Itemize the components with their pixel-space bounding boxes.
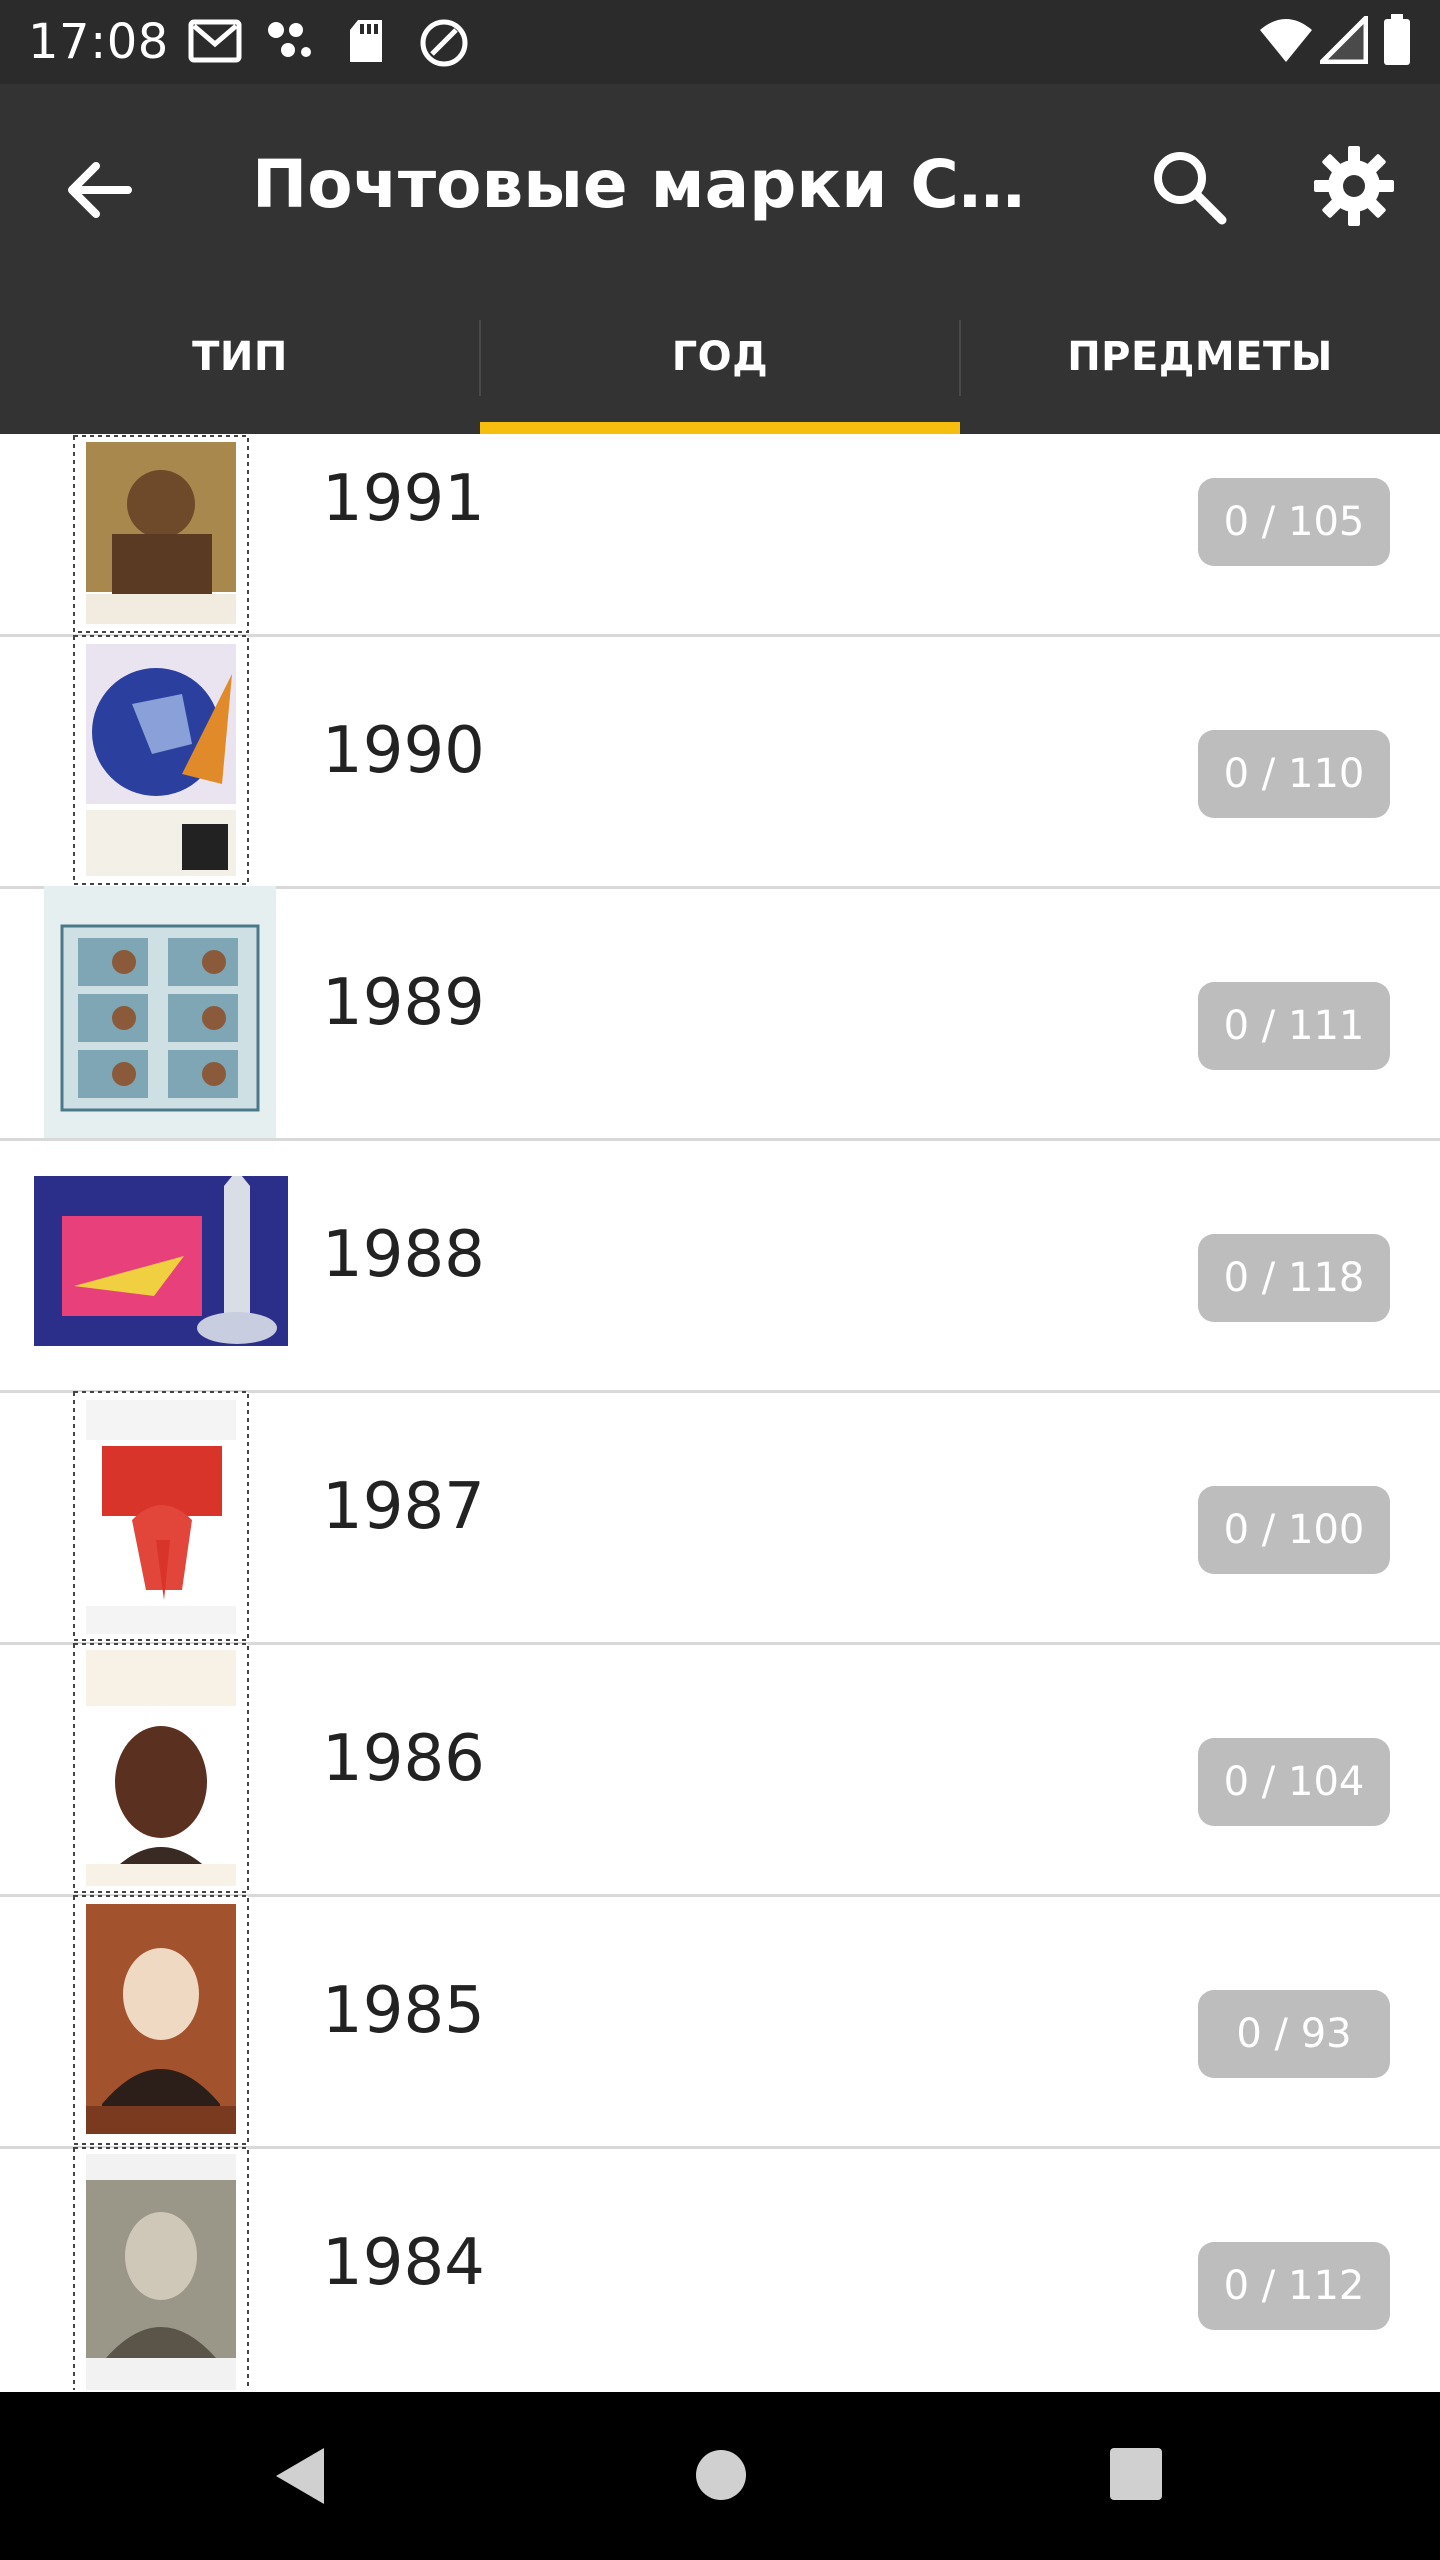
- page-title: Почтовые марки ССС…: [252, 146, 1052, 223]
- stamp-globe-icon: [73, 635, 249, 885]
- count-badge: 0 / 105: [1198, 478, 1390, 566]
- count-badge: 0 / 104: [1198, 1738, 1390, 1826]
- year-label: 1985: [322, 1974, 485, 2048]
- count-badge: 0 / 111: [1198, 982, 1390, 1070]
- battery-icon: [1384, 14, 1410, 65]
- year-label: 1987: [322, 1470, 485, 1544]
- nav-home-icon[interactable]: [694, 2448, 748, 2502]
- list-item[interactable]: 1988 0 / 118: [0, 1138, 1440, 1393]
- system-nav-bar: [0, 2392, 1440, 2560]
- stamp-portrait-icon: [73, 435, 249, 633]
- stamp-sheet-icon: [44, 886, 276, 1138]
- tab-type[interactable]: ТИП: [0, 280, 480, 434]
- year-label: 1988: [322, 1218, 485, 1292]
- at-sign-icon: [420, 19, 468, 67]
- list-item[interactable]: 1991 0 / 105: [0, 434, 1440, 637]
- list-item[interactable]: 1990 0 / 110: [0, 634, 1440, 889]
- year-label: 1984: [322, 2226, 485, 2300]
- year-label: 1986: [322, 1722, 485, 1796]
- list-item[interactable]: 1984 0 / 112: [0, 2146, 1440, 2390]
- signal-icon: [1320, 16, 1368, 64]
- count-badge: 0 / 93: [1198, 1990, 1390, 2078]
- gear-icon[interactable]: [1312, 144, 1396, 228]
- status-bar: 17:08: [0, 0, 1440, 84]
- count-badge: 0 / 110: [1198, 730, 1390, 818]
- count-badge: 0 / 112: [1198, 2242, 1390, 2330]
- tab-selected-indicator: [480, 422, 960, 434]
- sd-card-icon: [350, 20, 382, 62]
- list-item[interactable]: 1986 0 / 104: [0, 1642, 1440, 1897]
- wifi-icon: [1260, 19, 1312, 62]
- year-label: 1991: [322, 462, 485, 536]
- count-badge: 0 / 118: [1198, 1234, 1390, 1322]
- app-toolbar: Почтовые марки ССС…: [0, 84, 1440, 280]
- list-item[interactable]: 1987 0 / 100: [0, 1390, 1440, 1645]
- stamp-portrait-icon: [73, 2147, 249, 2390]
- year-label: 1989: [322, 966, 485, 1040]
- stamp-portrait-icon: [73, 1895, 249, 2145]
- year-list: 1991 0 / 105 1990 0 / 110 1989 0 / 111 1…: [0, 434, 1440, 2390]
- tab-subjects[interactable]: ПРЕДМЕТЫ: [960, 280, 1440, 434]
- nav-recents-icon[interactable]: [1110, 2448, 1162, 2500]
- list-item[interactable]: 1989 0 / 111: [0, 886, 1440, 1141]
- stamp-torch-icon: [73, 1391, 249, 1641]
- tab-year[interactable]: ГОД: [480, 280, 960, 434]
- dots-icon: [268, 22, 311, 57]
- status-time: 17:08: [28, 14, 169, 70]
- tab-bar: ТИП ГОД ПРЕДМЕТЫ: [0, 280, 1440, 434]
- stamp-space-shuttle-icon: [34, 1176, 288, 1346]
- year-label: 1990: [322, 714, 485, 788]
- search-icon[interactable]: [1146, 144, 1230, 228]
- gmail-icon: [188, 19, 242, 63]
- nav-back-icon[interactable]: [272, 2444, 328, 2508]
- stamp-portrait-icon: [73, 1643, 249, 1893]
- count-badge: 0 / 100: [1198, 1486, 1390, 1574]
- list-item[interactable]: 1985 0 / 93: [0, 1894, 1440, 2149]
- arrow-left-icon[interactable]: [58, 148, 142, 232]
